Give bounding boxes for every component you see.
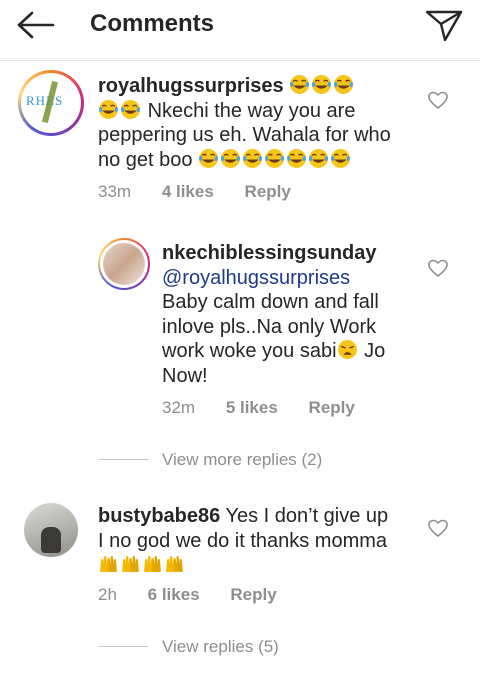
comment-body-line: no get boo — [98, 148, 193, 171]
header-bar: Comments — [0, 0, 480, 52]
reply-button[interactable]: Reply — [309, 397, 355, 419]
view-more-replies-link[interactable]: View more replies (2) — [162, 449, 322, 471]
raising-hands-emoji-group — [98, 554, 186, 576]
raising-hands-emoji-icon — [144, 556, 161, 572]
likes-count[interactable]: 6 likes — [148, 584, 200, 606]
mention-link[interactable]: @royalhugssurprises — [162, 267, 350, 289]
avatar[interactable] — [98, 238, 150, 290]
laughing-emoji-group — [198, 148, 352, 171]
comment-body-line: inlove pls..Na only Work — [162, 315, 377, 338]
raising-hands-emoji-icon — [100, 556, 117, 572]
avatar-inner: RHES — [21, 73, 81, 133]
comment-username[interactable]: royalhugssurprises — [98, 75, 284, 97]
heart-icon[interactable] — [427, 258, 449, 278]
comment-time: 33m — [98, 182, 132, 201]
comment-body-line: I no god we do it thanks momma — [98, 529, 388, 552]
comment-body-line: Nkechi the way you are — [147, 99, 356, 122]
comment-meta: 32m 5 likes Reply — [162, 397, 355, 419]
raising-hands-emoji-icon — [122, 556, 139, 572]
view-replies-link[interactable]: View replies (5) — [162, 636, 279, 658]
comment-meta: 2h 6 likes Reply — [98, 584, 277, 606]
laughing-emoji-icon — [265, 148, 285, 168]
reply-button[interactable]: Reply — [245, 181, 291, 203]
laughing-emoji-icon — [221, 148, 241, 168]
replies-divider-line — [98, 646, 148, 647]
laughing-emoji-icon — [309, 148, 329, 168]
page-title: Comments — [90, 10, 215, 37]
header-divider — [0, 60, 480, 61]
laughing-emoji-group — [289, 75, 355, 97]
comment-meta: 33m 4 likes Reply — [98, 181, 291, 203]
avatar-figure — [41, 527, 61, 553]
comment-body-line: work woke you sabi — [162, 340, 337, 362]
likes-count[interactable]: 4 likes — [162, 181, 214, 203]
comment-text: royalhugssurprises Nkechi the way you ar… — [98, 74, 438, 172]
comment-body-line: peppering us eh. Wahala for who — [98, 124, 391, 146]
avatar-ring — [100, 240, 148, 288]
avatar[interactable]: RHES — [18, 70, 84, 136]
heart-icon[interactable] — [427, 518, 449, 538]
comment-time: 32m — [162, 398, 196, 417]
laughing-emoji-icon — [243, 148, 263, 168]
comment-text: bustybabe86 Yes I don’t give up I no god… — [98, 504, 428, 578]
heart-icon[interactable] — [427, 90, 449, 110]
comment-time: 2h — [98, 585, 117, 604]
laughing-emoji-icon — [287, 148, 307, 168]
laughing-emoji-icon — [290, 75, 310, 94]
laughing-emoji-group — [98, 99, 148, 122]
comment-text: nkechiblessingsunday @royalhugssurprises… — [162, 241, 432, 388]
comment-body-line: Jo — [358, 340, 386, 362]
laughing-emoji-icon — [121, 99, 140, 119]
laughing-emoji-icon — [331, 148, 351, 168]
raising-hands-emoji-icon — [166, 556, 183, 572]
comment-body-line: Baby calm down and fall — [162, 291, 379, 313]
laughing-emoji-icon — [199, 148, 219, 168]
back-arrow-icon[interactable] — [16, 10, 56, 40]
comment-body-line: Now! — [162, 364, 208, 387]
replies-divider-line — [98, 459, 148, 460]
avatar-photo — [103, 243, 145, 285]
comment-username[interactable]: nkechiblessingsunday — [162, 242, 377, 264]
laughing-emoji-icon — [334, 75, 354, 94]
comment-username[interactable]: bustybabe86 — [98, 505, 220, 527]
avatar[interactable] — [24, 503, 78, 557]
laughing-emoji-icon — [99, 99, 118, 119]
send-icon[interactable] — [424, 7, 464, 43]
laughing-emoji-icon — [312, 75, 332, 94]
likes-count[interactable]: 5 likes — [226, 397, 278, 419]
comment-body-line: Yes I don’t give up — [220, 505, 389, 527]
reply-button[interactable]: Reply — [230, 584, 276, 606]
weary-face-emoji-icon — [337, 340, 357, 359]
